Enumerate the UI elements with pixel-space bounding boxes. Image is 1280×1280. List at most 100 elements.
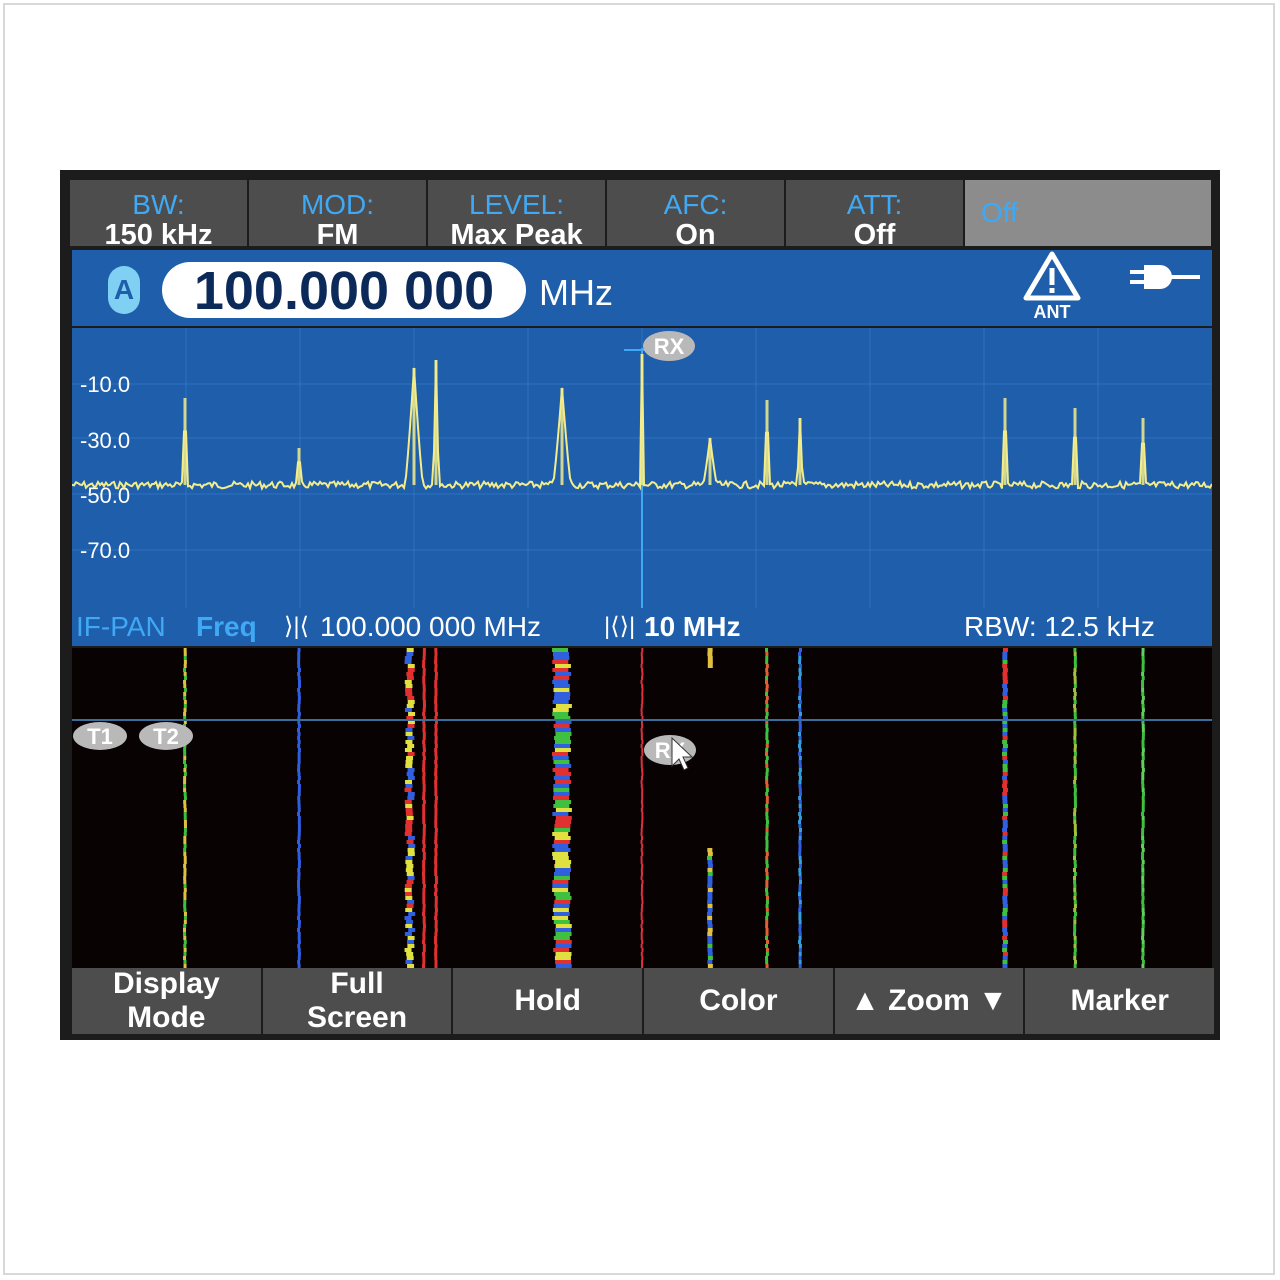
- waterfall-cell: [407, 936, 415, 940]
- waterfall-cell: [798, 828, 802, 832]
- waterfall-cell: [798, 892, 802, 896]
- waterfall-cell: [422, 824, 426, 828]
- color-button[interactable]: Color: [644, 968, 833, 1034]
- waterfall-cell: [1141, 936, 1145, 940]
- waterfall-cell: [1073, 960, 1077, 964]
- waterfall-cell: [765, 884, 769, 888]
- waterfall-cell: [434, 748, 438, 752]
- waterfall-cell: [1073, 896, 1077, 900]
- marker-button[interactable]: Marker: [1025, 968, 1215, 1034]
- waterfall-cell: [434, 832, 438, 836]
- waterfall-cell: [406, 756, 414, 760]
- waterfall-cell: [434, 836, 438, 840]
- waterfall-cell: [434, 944, 438, 948]
- channel-badge[interactable]: A: [108, 266, 140, 314]
- waterfall-cell: [798, 792, 802, 796]
- waterfall-cell: [1073, 700, 1077, 704]
- waterfall-cell: [405, 860, 413, 864]
- marker-t1[interactable]: T1: [73, 722, 127, 750]
- waterfall-cell: [183, 656, 187, 660]
- off-softkey[interactable]: Off: [965, 180, 1211, 246]
- rx-marker-waterfall[interactable]: RX: [644, 735, 696, 771]
- waterfall-cell: [798, 752, 802, 756]
- waterfall-cell: [1002, 872, 1008, 876]
- waterfall-cell: [1141, 912, 1145, 916]
- waterfall-cell: [1002, 812, 1008, 816]
- waterfall-cell: [183, 896, 187, 900]
- waterfall-cell: [765, 728, 769, 732]
- waterfall-cell: [1073, 704, 1077, 708]
- waterfall-cell: [183, 808, 187, 812]
- waterfall-cell: [1073, 660, 1077, 664]
- waterfall-cell: [640, 808, 643, 812]
- frequency-input[interactable]: 100.000 000: [162, 262, 526, 318]
- waterfall-cell: [553, 796, 570, 800]
- afc-softkey[interactable]: AFC: On: [607, 180, 784, 250]
- waterfall-cell: [798, 960, 802, 964]
- att-value: Off: [853, 219, 896, 251]
- waterfall-cell: [798, 816, 802, 820]
- waterfall-cell: [1141, 756, 1145, 760]
- marker-t2[interactable]: T2: [139, 722, 193, 750]
- waterfall-cell: [183, 940, 187, 944]
- afc-label: AFC:: [663, 189, 728, 220]
- waterfall-cell: [765, 828, 769, 832]
- waterfall-cell: [1141, 744, 1145, 748]
- waterfall-cell: [422, 712, 426, 716]
- waterfall-display[interactable]: T1 T2 RX: [72, 648, 1212, 968]
- waterfall-cell: [297, 772, 301, 776]
- waterfall-cell: [640, 800, 643, 804]
- waterfall-cell: [707, 660, 713, 664]
- waterfall-cell: [1002, 832, 1008, 836]
- afc-value: On: [675, 219, 716, 251]
- waterfall-cell: [434, 892, 438, 896]
- display-mode-button[interactable]: Display Mode: [72, 967, 261, 1034]
- waterfall-cell: [434, 856, 438, 860]
- waterfall-cell: [297, 800, 301, 804]
- rx-marker[interactable]: RX: [643, 331, 695, 361]
- waterfall-cell: [1073, 936, 1077, 940]
- waterfall-cell: [707, 884, 713, 888]
- full-screen-button[interactable]: Full Screen: [262, 967, 452, 1034]
- waterfall-cell: [1141, 856, 1145, 860]
- waterfall-cell: [765, 764, 769, 768]
- center-freq-value: 100.000 000 MHz: [320, 611, 542, 642]
- zoom-button[interactable]: ▲ Zoom ▼: [834, 968, 1024, 1034]
- waterfall-cell: [1141, 732, 1145, 736]
- waterfall-cell: [765, 684, 769, 688]
- waterfall-cell: [640, 828, 643, 832]
- off-label: Off: [981, 197, 1018, 228]
- att-softkey[interactable]: ATT: Off: [786, 180, 963, 250]
- waterfall-cell: [422, 940, 426, 944]
- waterfall-cell: [641, 696, 644, 700]
- waterfall-cell: [798, 940, 802, 944]
- waterfall-cell: [1141, 696, 1145, 700]
- waterfall-cell: [798, 852, 802, 856]
- waterfall-cell: [434, 952, 438, 956]
- waterfall-cell: [798, 784, 802, 788]
- hold-button[interactable]: Hold: [453, 968, 643, 1034]
- level-softkey[interactable]: LEVEL: Max Peak: [428, 180, 605, 250]
- waterfall-cell: [405, 804, 413, 808]
- waterfall-cell: [407, 944, 415, 948]
- waterfall-cell: [798, 868, 802, 872]
- waterfall-cell: [765, 856, 769, 860]
- waterfall-cell: [434, 868, 438, 872]
- waterfall-cell: [434, 924, 438, 928]
- waterfall-cell: [1141, 692, 1145, 696]
- bw-softkey[interactable]: BW: 150 kHz: [70, 180, 247, 250]
- waterfall-cell: [1002, 684, 1008, 688]
- waterfall-cell: [1073, 752, 1077, 756]
- waterfall-cell: [798, 748, 802, 752]
- waterfall-cell: [553, 912, 570, 916]
- waterfall-cell: [1002, 780, 1008, 784]
- waterfall-cell: [798, 812, 802, 816]
- spectrum-display[interactable]: -10.0 -30.0 -50.0 -70.0 RX: [72, 328, 1212, 608]
- waterfall-cell: [765, 712, 769, 716]
- mod-softkey[interactable]: MOD: FM: [249, 180, 426, 250]
- waterfall-cell: [641, 700, 644, 704]
- waterfall-cell: [297, 776, 301, 780]
- waterfall-cell: [798, 704, 802, 708]
- waterfall-cell: [1002, 704, 1008, 708]
- waterfall-cell: [553, 676, 570, 680]
